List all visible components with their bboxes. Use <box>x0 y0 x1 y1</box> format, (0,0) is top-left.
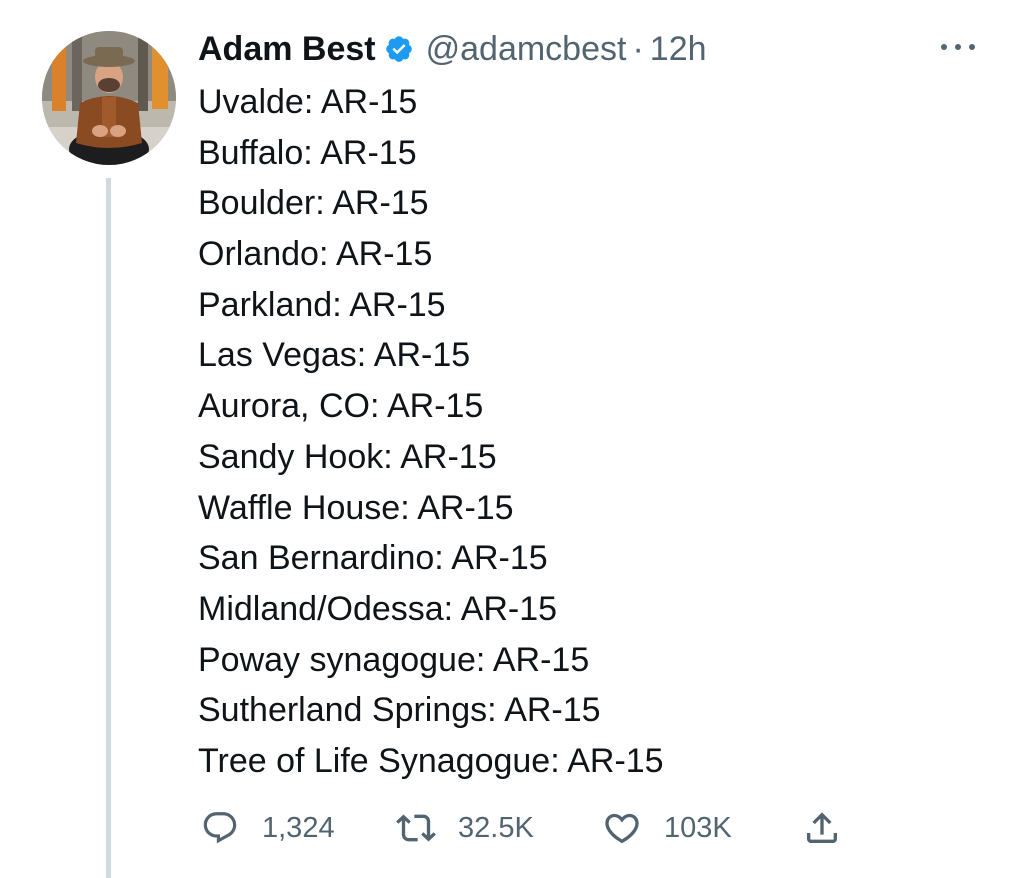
tweet-header: Adam Best @adamcbest · 12h <box>198 26 707 72</box>
share-icon <box>802 808 842 848</box>
more-horizontal-icon <box>941 44 975 50</box>
retweet-button[interactable]: 32.5K <box>396 800 534 856</box>
tweet-line: Midland/Odessa: AR-15 <box>198 589 558 628</box>
tweet-line: Sutherland Springs: AR-15 <box>198 691 601 730</box>
tweet-line: Aurora, CO: AR-15 <box>198 387 484 426</box>
reply-button[interactable]: 1,324 <box>200 800 335 856</box>
verified-badge-icon <box>384 34 414 64</box>
heart-icon <box>602 808 642 848</box>
author-handle[interactable]: @adamcbest <box>426 30 627 69</box>
tweet-line: Parkland: AR-15 <box>198 285 446 324</box>
thread-line <box>106 178 111 878</box>
share-button[interactable] <box>802 800 842 856</box>
tweet-line: San Bernardino: AR-15 <box>198 539 548 578</box>
tweet-line: Poway synagogue: AR-15 <box>198 640 590 679</box>
tweet-line: Orlando: AR-15 <box>198 235 433 274</box>
retweet-count: 32.5K <box>458 811 534 844</box>
tweet-text: Uvalde: AR-15 Buffalo: AR-15 Boulder: AR… <box>198 77 998 787</box>
separator-dot: · <box>632 29 644 68</box>
retweet-icon <box>396 808 436 848</box>
like-button[interactable]: 103K <box>602 800 732 856</box>
profile-photo <box>42 31 176 165</box>
tweet-line: Boulder: AR-15 <box>198 184 429 223</box>
tweet-line: Las Vegas: AR-15 <box>198 336 471 375</box>
like-count: 103K <box>664 811 732 844</box>
tweet-actions: 1,324 32.5K 103K <box>198 800 878 856</box>
tweet-line: Buffalo: AR-15 <box>198 133 417 172</box>
reply-icon <box>200 808 240 848</box>
author-display-name[interactable]: Adam Best <box>198 30 376 69</box>
tweet: Adam Best @adamcbest · 12h Uvalde: AR-15… <box>0 0 1024 878</box>
tweet-line: Tree of Life Synagogue: AR-15 <box>198 741 664 780</box>
more-options-button[interactable] <box>934 32 982 62</box>
tweet-line: Sandy Hook: AR-15 <box>198 437 497 476</box>
tweet-line: Waffle House: AR-15 <box>198 488 514 527</box>
tweet-timestamp[interactable]: 12h <box>650 30 707 69</box>
tweet-line: Uvalde: AR-15 <box>198 83 418 121</box>
avatar[interactable] <box>42 31 176 165</box>
reply-count: 1,324 <box>262 811 335 844</box>
